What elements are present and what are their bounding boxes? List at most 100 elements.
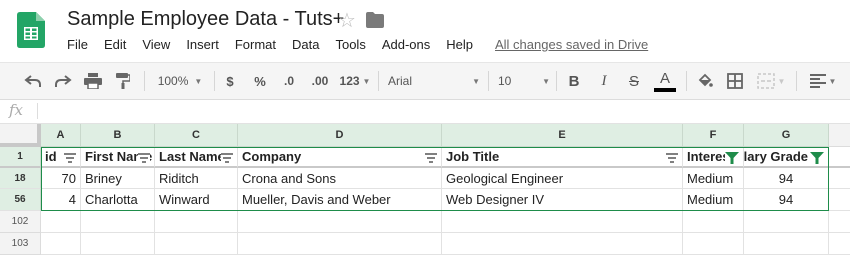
document-title[interactable]: Sample Employee Data - Tuts+ (67, 8, 344, 31)
empty-cell[interactable] (829, 147, 850, 168)
row-header-103[interactable]: 103 (0, 233, 41, 255)
empty-cell[interactable] (238, 233, 442, 255)
row-header-56[interactable]: 56 (0, 189, 41, 211)
save-status-link[interactable]: All changes saved in Drive (495, 37, 648, 55)
empty-cell[interactable] (81, 211, 155, 233)
text-color-button[interactable]: A (654, 63, 676, 99)
percent-format-button[interactable]: % (250, 63, 270, 99)
empty-cell[interactable] (683, 211, 744, 233)
cell-d18[interactable]: Crona and Sons (238, 168, 442, 189)
app-header: Sample Employee Data - Tuts+ ☆ File Edit… (0, 0, 850, 62)
filter-icon[interactable] (425, 153, 437, 163)
empty-cell[interactable] (442, 211, 683, 233)
italic-button[interactable]: I (594, 63, 614, 99)
text-color-swatch (654, 87, 676, 92)
folder-icon[interactable] (366, 12, 384, 28)
font-size-select[interactable]: 10 ▼ (498, 63, 550, 99)
cell-f18[interactable]: Medium (683, 168, 744, 189)
empty-cell[interactable] (829, 189, 850, 211)
chevron-down-icon: ▼ (362, 76, 371, 86)
toolbar: 100% ▼ $ % .0 .00 123 ▼ Arial ▼ 10 ▼ B I S A… (0, 62, 850, 100)
redo-icon[interactable] (52, 63, 74, 99)
empty-cell[interactable] (41, 233, 81, 255)
empty-cell[interactable] (41, 211, 81, 233)
cell-a56[interactable]: 4 (41, 189, 81, 211)
menu-data[interactable]: Data (292, 37, 319, 55)
star-icon[interactable]: ☆ (338, 8, 356, 33)
header-cell-id[interactable]: id (41, 147, 81, 168)
header-cell-interest[interactable]: Interest (683, 147, 744, 168)
row-header-18[interactable]: 18 (0, 168, 41, 189)
cell-e56[interactable]: Web Designer IV (442, 189, 683, 211)
menu-insert[interactable]: Insert (186, 37, 219, 55)
column-header-c[interactable]: C (155, 124, 238, 147)
bold-button[interactable]: B (564, 63, 584, 99)
menu-addons[interactable]: Add-ons (382, 37, 430, 55)
fill-color-icon[interactable] (694, 63, 716, 99)
empty-cell[interactable] (744, 233, 829, 255)
empty-cell[interactable] (81, 233, 155, 255)
cell-e18[interactable]: Geological Engineer (442, 168, 683, 189)
filter-icon[interactable] (666, 153, 678, 163)
cell-f56[interactable]: Medium (683, 189, 744, 211)
row-header-1[interactable]: 1 (0, 147, 41, 168)
undo-icon[interactable] (22, 63, 44, 99)
merge-cells-icon[interactable]: ▼ (754, 63, 788, 99)
column-header-g[interactable]: G (744, 124, 829, 147)
filter-icon[interactable] (221, 153, 233, 163)
cell-b56[interactable]: Charlotta (81, 189, 155, 211)
empty-cell[interactable] (442, 233, 683, 255)
more-formats-button[interactable]: 123 ▼ (338, 63, 372, 99)
column-header-b[interactable]: B (81, 124, 155, 147)
paint-format-icon[interactable] (112, 63, 134, 99)
empty-cell[interactable] (683, 233, 744, 255)
empty-cell[interactable] (238, 211, 442, 233)
decrease-decimals-button[interactable]: .0 (278, 63, 300, 99)
menu-format[interactable]: Format (235, 37, 276, 55)
zoom-select[interactable]: 100% ▼ (152, 63, 208, 99)
row-header-102[interactable]: 102 (0, 211, 41, 233)
empty-cell[interactable] (744, 211, 829, 233)
menu-tools[interactable]: Tools (335, 37, 365, 55)
empty-cell[interactable] (829, 211, 850, 233)
cell-g56[interactable]: 94 (744, 189, 829, 211)
filter-active-icon[interactable] (810, 152, 824, 164)
cell-d56[interactable]: Mueller, Davis and Weber (238, 189, 442, 211)
cell-a18[interactable]: 70 (41, 168, 81, 189)
column-header-a[interactable]: A (41, 124, 81, 147)
menu-help[interactable]: Help (446, 37, 473, 55)
empty-cell[interactable] (155, 211, 238, 233)
empty-cell[interactable] (829, 233, 850, 255)
print-icon[interactable] (82, 63, 104, 99)
borders-icon[interactable] (724, 63, 746, 99)
header-cell-first-name[interactable]: First Name (81, 147, 155, 168)
align-icon[interactable]: ▼ (806, 63, 840, 99)
empty-cell[interactable] (155, 233, 238, 255)
text-color-glyph: A (659, 69, 670, 87)
filter-active-icon[interactable] (725, 152, 739, 164)
cell-g18[interactable]: 94 (744, 168, 829, 189)
header-cell-salary-grade[interactable]: Salary Grade (744, 147, 829, 168)
header-cell-last-name[interactable]: Last Name (155, 147, 238, 168)
font-select[interactable]: Arial ▼ (388, 63, 480, 99)
cell-c18[interactable]: Riditch (155, 168, 238, 189)
increase-decimals-button[interactable]: .00 (306, 63, 334, 99)
currency-format-button[interactable]: $ (220, 63, 240, 99)
menu-edit[interactable]: Edit (104, 37, 126, 55)
column-header-f[interactable]: F (683, 124, 744, 147)
filter-icon[interactable] (64, 153, 76, 163)
header-cell-job-title[interactable]: Job Title (442, 147, 683, 168)
menu-file[interactable]: File (67, 37, 88, 55)
formula-input[interactable] (44, 103, 834, 119)
strikethrough-button[interactable]: S (624, 63, 644, 99)
cell-c56[interactable]: Winward (155, 189, 238, 211)
filter-icon[interactable] (138, 153, 150, 163)
cell-b18[interactable]: Briney (81, 168, 155, 189)
empty-cell[interactable] (829, 168, 850, 189)
column-header-d[interactable]: D (238, 124, 442, 147)
sheets-logo-icon[interactable] (17, 12, 45, 48)
select-all-corner[interactable] (0, 124, 41, 147)
menu-view[interactable]: View (142, 37, 170, 55)
column-header-e[interactable]: E (442, 124, 683, 147)
header-cell-company[interactable]: Company (238, 147, 442, 168)
